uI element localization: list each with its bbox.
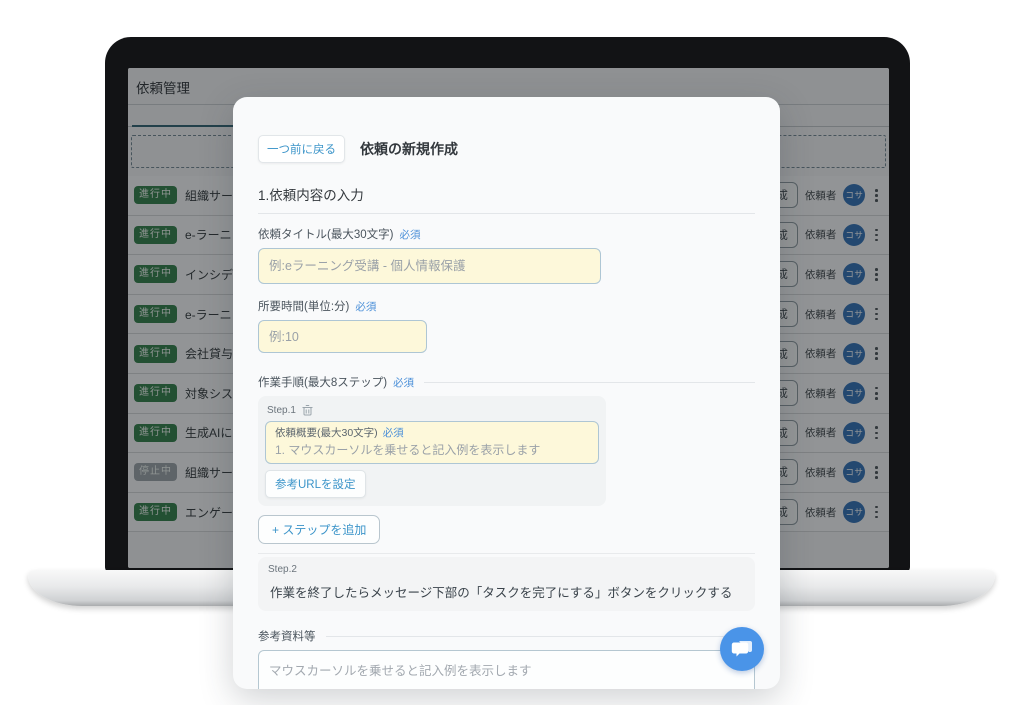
chat-launcher-button[interactable] — [720, 627, 764, 671]
step2-tag: Step.2 — [267, 564, 743, 582]
summary-placeholder: 1. マウスカーソルを乗せると記入例を表示します — [275, 441, 589, 458]
set-reference-url-button[interactable]: 参考URLを設定 — [265, 470, 366, 498]
step2-card: Step.2 作業を終了したらメッセージ下部の「タスクを完了にする」ボタンをクリ… — [258, 557, 755, 611]
section-title: 1.依頼内容の入力 — [258, 184, 755, 204]
modal-title: 依頼の新規作成 — [360, 139, 458, 159]
required-badge: 必須 — [355, 299, 376, 314]
reference-materials-textarea[interactable] — [258, 650, 755, 689]
required-badge: 必須 — [383, 425, 404, 440]
chat-bubble-icon — [731, 639, 753, 659]
required-badge: 必須 — [399, 227, 420, 242]
steps-field-label: 作業手順(最大8ステップ) — [258, 374, 387, 390]
summary-label: 依頼概要(最大30文字) — [275, 425, 378, 440]
step1-tag: Step.1 — [267, 405, 296, 416]
add-step-button[interactable]: + ステップを追加 — [258, 515, 380, 544]
duration-input[interactable] — [258, 320, 427, 353]
steps-divider — [258, 553, 755, 554]
request-title-input[interactable] — [258, 248, 601, 284]
page: 依頼管理 進行中 組織サーベイ回 新規作成 依頼者 コサ — [0, 0, 1024, 705]
new-request-modal: 一つ前に戻る 依頼の新規作成 1.依頼内容の入力 依頼タイトル(最大30文字) … — [233, 97, 780, 689]
step2-description: 作業を終了したらメッセージ下部の「タスクを完了にする」ボタンをクリックする — [267, 582, 743, 601]
reference-field-label: 参考資料等 — [258, 628, 316, 644]
step1-summary-input[interactable]: 依頼概要(最大30文字) 必須 1. マウスカーソルを乗せると記入例を表示します — [265, 421, 599, 464]
title-field-label: 依頼タイトル(最大30文字) — [258, 226, 393, 242]
minutes-field-label: 所要時間(単位:分) — [258, 298, 349, 314]
back-button[interactable]: 一つ前に戻る — [258, 135, 345, 163]
required-badge: 必須 — [393, 375, 414, 390]
trash-icon[interactable] — [302, 404, 313, 416]
step1-card: Step.1 依頼概要(最大30文字) 必須 1. マウスカーソルを乗 — [258, 396, 606, 506]
section-divider — [258, 213, 755, 214]
